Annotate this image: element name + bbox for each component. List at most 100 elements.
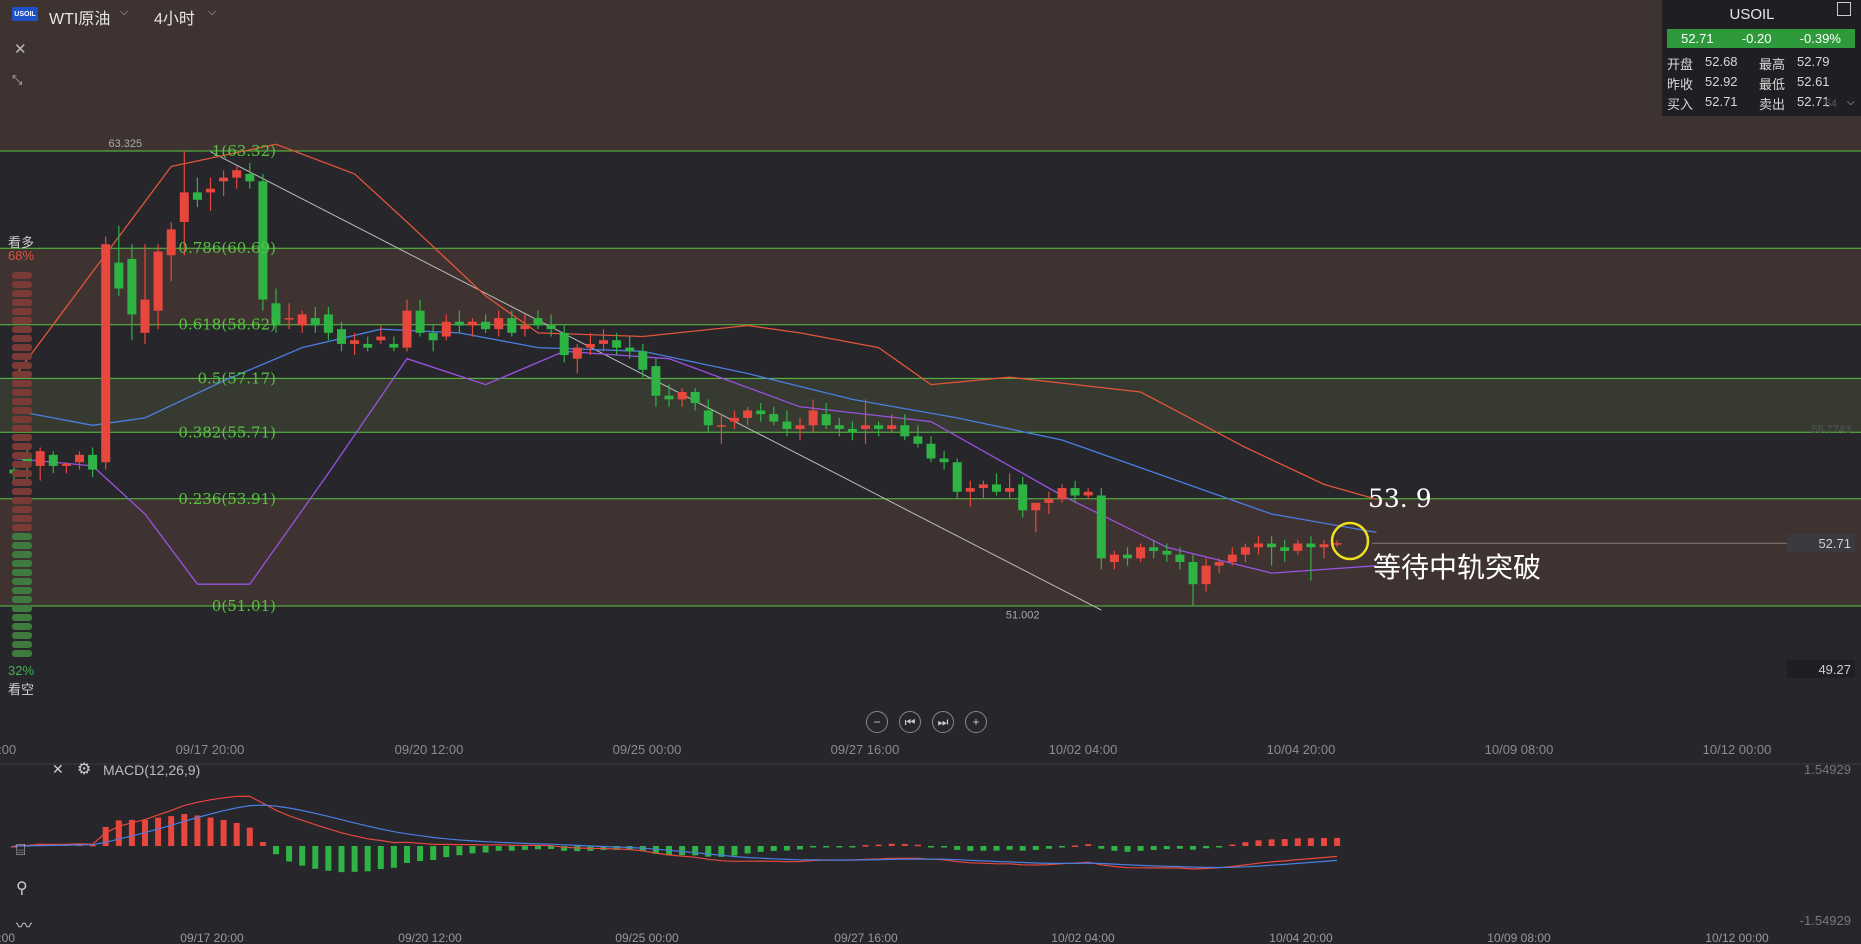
sentiment-segment (12, 479, 32, 486)
candle-body (441, 321, 451, 337)
sentiment-segment (12, 326, 32, 333)
close-icon[interactable]: ✕ (14, 40, 27, 58)
macd-histogram-bar (1321, 838, 1327, 846)
candle-body (1136, 547, 1146, 559)
macd-histogram-bar (417, 846, 424, 862)
candle-body (1280, 547, 1290, 551)
draw-tool-icon[interactable]: ⚲ (16, 878, 28, 898)
candle-body (284, 318, 294, 320)
candle-body (1293, 543, 1303, 551)
macd-histogram-bar (1255, 840, 1262, 846)
candle-body (114, 262, 124, 289)
candle-body (507, 318, 517, 333)
x-tick-label: 09/17 20:00 (176, 742, 245, 757)
macd-histogram-bar (456, 846, 463, 856)
symbol-selector[interactable]: WTI原油 (49, 5, 110, 29)
x-tick-label: 09/20 12:00 (398, 931, 462, 944)
sentiment-segment (12, 299, 32, 306)
shrink-icon[interactable]: ⤡ (12, 72, 22, 88)
chevron-down-icon[interactable]: ⌵ (208, 6, 216, 19)
macd-histogram-bar (888, 843, 895, 846)
sentiment-segment (12, 443, 32, 450)
candle-body (219, 177, 229, 182)
candle-body (232, 170, 242, 178)
fib-label: 0.382(55.71) (178, 423, 276, 441)
macd-histogram-bar (705, 846, 712, 857)
candle-body (965, 488, 975, 492)
macd-histogram-bar (679, 846, 686, 856)
chevron-down-icon[interactable]: ⌵ (120, 6, 128, 19)
candle-body (1188, 562, 1198, 585)
faded-price-label: 55.7743 (1811, 424, 1851, 436)
candle-body (572, 347, 582, 359)
x-tick-label: 10/12 00:00 (1705, 931, 1769, 944)
macd-histogram-bar (155, 817, 162, 846)
sentiment-segment (12, 461, 32, 468)
bear-label: 看空 (8, 682, 35, 697)
zoom-in-button[interactable]: + (965, 711, 987, 733)
sentiment-segment (12, 497, 32, 504)
quote-row-value: 52.61 (1797, 74, 1830, 89)
macd-histogram-bar (1111, 846, 1118, 851)
candle-body (61, 464, 71, 466)
macd-histogram-bar (207, 817, 214, 846)
candle-body (88, 454, 98, 470)
macd-histogram-bar (377, 846, 384, 870)
candle-body (1214, 562, 1224, 566)
macd-histogram-bar (312, 846, 319, 869)
x-tick-label: 08:00 (0, 742, 16, 757)
macd-histogram-bar (508, 846, 515, 851)
candle-body (769, 414, 779, 422)
candle-body (559, 332, 569, 356)
indicator-icon[interactable]: ⌸ (16, 842, 26, 860)
candle-body (428, 332, 438, 341)
macd-histogram-bar (325, 846, 332, 871)
candle-body (1240, 547, 1250, 555)
macd-histogram-bar (286, 846, 293, 862)
candle-body (166, 229, 176, 256)
candle-body (35, 451, 45, 466)
scroll-start-button[interactable]: ⏮ (899, 711, 921, 733)
chart-toolbar: USOIL WTI原油 ⌵ 4小时 ⌵ (0, 0, 1660, 28)
quote-row-label: 开盘 (1667, 57, 1694, 72)
panel-toggle-icon[interactable] (1837, 2, 1851, 16)
macd-histogram-bar (1242, 842, 1249, 846)
candle-body (179, 192, 189, 222)
quote-change: -0.20 (1741, 31, 1772, 46)
sentiment-segment (12, 344, 32, 351)
macd-histogram-bar (1307, 838, 1314, 846)
macd-histogram-bar (1019, 846, 1026, 851)
wave-icon[interactable]: 〰 (16, 912, 32, 936)
macd-histogram-bar (731, 846, 738, 856)
faded-price-label: 54 (1824, 98, 1837, 110)
candle-body (402, 310, 412, 348)
candle-body (847, 428, 857, 433)
scroll-end-button[interactable]: ⏭ (932, 711, 954, 733)
sentiment-segment (12, 569, 32, 576)
quote-row-value: 52.79 (1797, 54, 1830, 69)
sentiment-segment (12, 515, 32, 522)
macd-histogram-bar (233, 822, 240, 846)
candle-body (978, 484, 988, 489)
candle-body (664, 395, 674, 400)
sentiment-segment (12, 641, 32, 648)
macd-histogram-bar (246, 827, 253, 846)
macd-histogram-bar (1098, 846, 1105, 849)
candle-body (1175, 554, 1185, 563)
chevron-down-icon[interactable]: ⌵ (1847, 97, 1855, 108)
sentiment-segment (12, 596, 32, 603)
candle-body (1267, 543, 1277, 548)
candle-body (651, 366, 661, 396)
macd-histogram-bar (1281, 839, 1288, 846)
candle-body (1319, 544, 1329, 548)
sentiment-segment (12, 623, 32, 630)
close-icon[interactable]: ✕ (52, 761, 64, 778)
gear-icon[interactable]: ⚙ (77, 759, 91, 779)
zoom-out-button[interactable]: − (866, 711, 888, 733)
timeframe-selector[interactable]: 4小时 (154, 5, 195, 29)
low-marker: 51.002 (1006, 609, 1040, 621)
macd-histogram-bar (692, 846, 699, 856)
quote-row-value: 52.92 (1705, 74, 1738, 89)
candle-body (520, 325, 530, 330)
candle-body (337, 329, 346, 344)
